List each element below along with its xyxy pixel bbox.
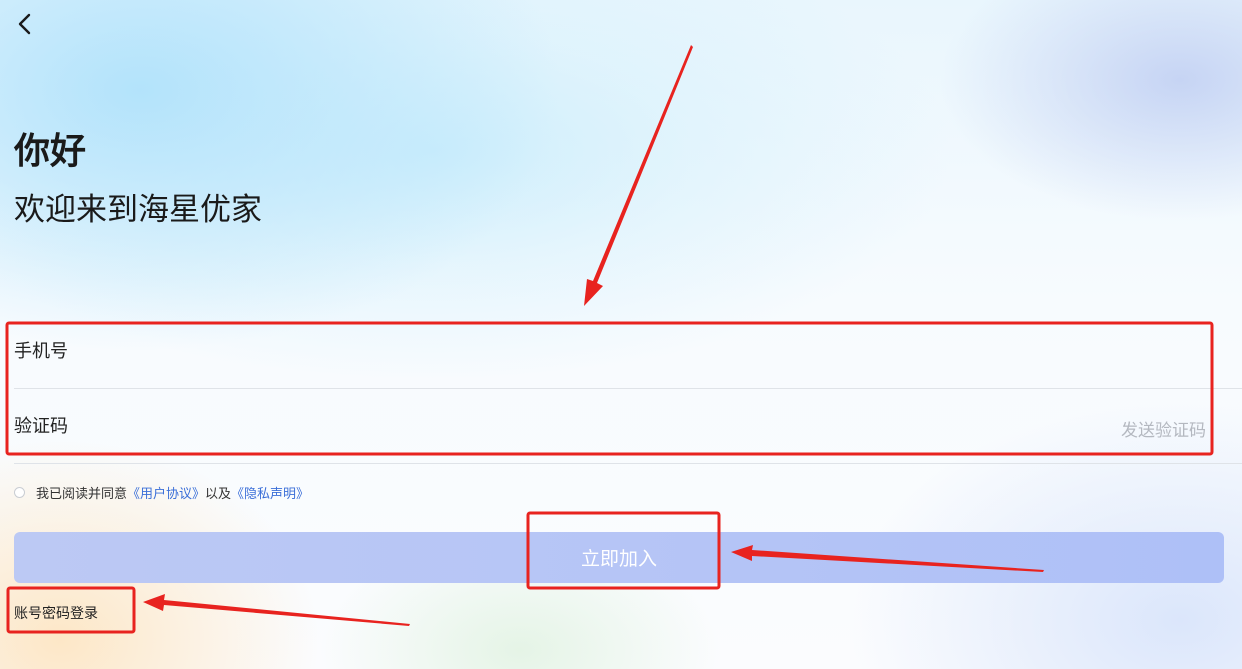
phone-label: 手机号 (14, 341, 68, 362)
user-agreement-link[interactable]: 《用户协议》 (127, 483, 205, 502)
agreement-connector: 以及 (205, 487, 232, 502)
annotation-arrow-password-login (143, 594, 410, 626)
annotation-arrow-form (584, 45, 693, 306)
greeting-title: 你好 (14, 131, 87, 172)
welcome-subtitle: 欢迎来到海星优家 (14, 192, 262, 228)
send-code-button[interactable]: 发送验证码 (1121, 416, 1206, 441)
divider (14, 388, 1242, 389)
password-login-link[interactable]: 账号密码登录 (14, 603, 98, 623)
privacy-link[interactable]: 《隐私声明》 (231, 483, 309, 502)
divider (14, 463, 1242, 464)
chevron-left-icon[interactable] (10, 10, 40, 40)
code-input[interactable] (90, 408, 1094, 450)
agreement-prefix: 我已阅读并同意 (36, 487, 128, 502)
agreement-row: 我已阅读并同意 《用户协议》 以及 《隐私声明》 (14, 483, 309, 502)
agreement-checkbox[interactable] (14, 487, 25, 498)
join-button[interactable]: 立即加入 (14, 532, 1224, 583)
code-label: 验证码 (14, 416, 68, 437)
phone-input[interactable] (90, 333, 1194, 375)
join-button-label: 立即加入 (580, 548, 657, 570)
